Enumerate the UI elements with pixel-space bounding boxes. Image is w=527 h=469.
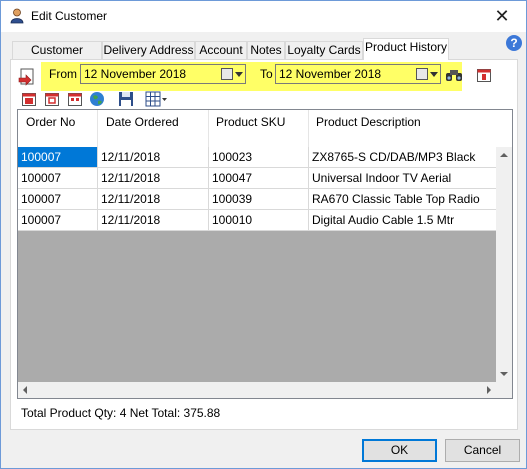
from-date-value: 12 November 2018 bbox=[84, 67, 187, 81]
bookmark-icon[interactable] bbox=[18, 68, 36, 86]
tab-loyalty-cards[interactable]: Loyalty Cards bbox=[285, 41, 363, 60]
window-title: Edit Customer bbox=[31, 9, 108, 23]
cell-date-ordered: 12/11/2018 bbox=[98, 210, 209, 231]
to-date-value: 12 November 2018 bbox=[279, 67, 382, 81]
tab-product-history[interactable]: Product History bbox=[363, 38, 449, 60]
scroll-left-arrow-icon[interactable] bbox=[23, 386, 27, 394]
cell-product-description: ZX8765-S CD/DAB/MP3 Black bbox=[309, 147, 496, 168]
tab-delivery-address[interactable]: Delivery Address bbox=[102, 41, 195, 60]
to-date-picker[interactable]: 12 November 2018 bbox=[275, 64, 441, 84]
cell-product-description: Digital Audio Cable 1.5 Mtr bbox=[309, 210, 496, 231]
cell-date-ordered: 12/11/2018 bbox=[98, 147, 209, 168]
cell-product-description: RA670 Classic Table Top Radio bbox=[309, 189, 496, 210]
from-date-picker[interactable]: 12 November 2018 bbox=[80, 64, 246, 84]
table-row[interactable]: 100007 12/11/2018 100039 RA670 Classic T… bbox=[18, 189, 496, 210]
help-icon[interactable]: ? bbox=[506, 35, 522, 51]
product-history-grid[interactable]: Order No Date Ordered Product SKU Produc… bbox=[17, 109, 513, 399]
column-header-product-sku[interactable]: Product SKU bbox=[209, 110, 309, 147]
edit-customer-window: Edit Customer ✕ ? Customer Details Deliv… bbox=[0, 0, 527, 469]
tab-label: Account bbox=[199, 43, 243, 57]
title-bar: Edit Customer ✕ bbox=[1, 1, 526, 32]
save-icon[interactable] bbox=[118, 91, 134, 107]
calendar-today-icon[interactable] bbox=[21, 91, 37, 107]
tab-label: Loyalty Cards bbox=[287, 43, 361, 57]
calendar-icon bbox=[416, 68, 428, 80]
table-row[interactable]: 100007 12/11/2018 100023 ZX8765-S CD/DAB… bbox=[18, 147, 496, 168]
cell-order-no: 100007 bbox=[18, 189, 98, 210]
totals-summary: Total Product Qty: 4 Net Total: 375.88 bbox=[21, 406, 221, 420]
to-label: To bbox=[260, 67, 273, 81]
table-row[interactable]: 100007 12/11/2018 100047 Universal Indoo… bbox=[18, 168, 496, 189]
tab-customer-details[interactable]: Customer Details bbox=[12, 41, 102, 74]
ok-button[interactable]: OK bbox=[362, 439, 437, 462]
tab-label: Delivery Address bbox=[103, 43, 194, 57]
cell-product-sku: 100047 bbox=[209, 168, 309, 189]
table-row[interactable]: 100007 12/11/2018 100010 Digital Audio C… bbox=[18, 210, 496, 231]
scroll-down-arrow-icon[interactable] bbox=[500, 372, 508, 376]
tab-account[interactable]: Account bbox=[195, 41, 247, 60]
scrollbar-corner bbox=[496, 382, 512, 398]
tab-notes[interactable]: Notes bbox=[247, 41, 285, 60]
chevron-down-icon bbox=[430, 72, 438, 77]
binoculars-icon[interactable] bbox=[445, 67, 463, 83]
cell-date-ordered: 12/11/2018 bbox=[98, 168, 209, 189]
calendar-single-icon[interactable] bbox=[476, 67, 492, 83]
chevron-down-icon bbox=[235, 72, 243, 77]
cell-order-no: 100007 bbox=[18, 147, 98, 168]
column-header-date-ordered[interactable]: Date Ordered bbox=[98, 110, 209, 147]
calendar-icon bbox=[221, 68, 233, 80]
cancel-button[interactable]: Cancel bbox=[445, 439, 520, 462]
tab-label: Product History bbox=[364, 40, 448, 54]
cell-date-ordered: 12/11/2018 bbox=[98, 189, 209, 210]
column-header-order-no[interactable]: Order No bbox=[18, 110, 98, 147]
cell-product-sku: 100023 bbox=[209, 147, 309, 168]
cell-product-sku: 100010 bbox=[209, 210, 309, 231]
from-label: From bbox=[49, 67, 77, 81]
cell-order-no: 100007 bbox=[18, 210, 98, 231]
grid-layout-icon[interactable] bbox=[145, 91, 169, 107]
horizontal-scrollbar[interactable] bbox=[18, 382, 496, 398]
column-header-product-description[interactable]: Product Description bbox=[309, 110, 496, 147]
globe-icon[interactable] bbox=[89, 91, 105, 107]
calendar-icon[interactable] bbox=[44, 91, 60, 107]
grid-header: Order No Date Ordered Product SKU Produc… bbox=[18, 110, 512, 147]
tab-label: Notes bbox=[250, 43, 282, 57]
cell-product-description: Universal Indoor TV Aerial bbox=[309, 168, 496, 189]
calendar-month-icon[interactable] bbox=[67, 91, 83, 107]
close-button[interactable]: ✕ bbox=[484, 2, 520, 30]
scroll-up-arrow-icon[interactable] bbox=[500, 153, 508, 157]
cell-product-sku: 100039 bbox=[209, 189, 309, 210]
scroll-right-arrow-icon[interactable] bbox=[487, 386, 491, 394]
cell-order-no: 100007 bbox=[18, 168, 98, 189]
vertical-scrollbar[interactable] bbox=[496, 147, 512, 382]
user-icon bbox=[10, 8, 24, 24]
